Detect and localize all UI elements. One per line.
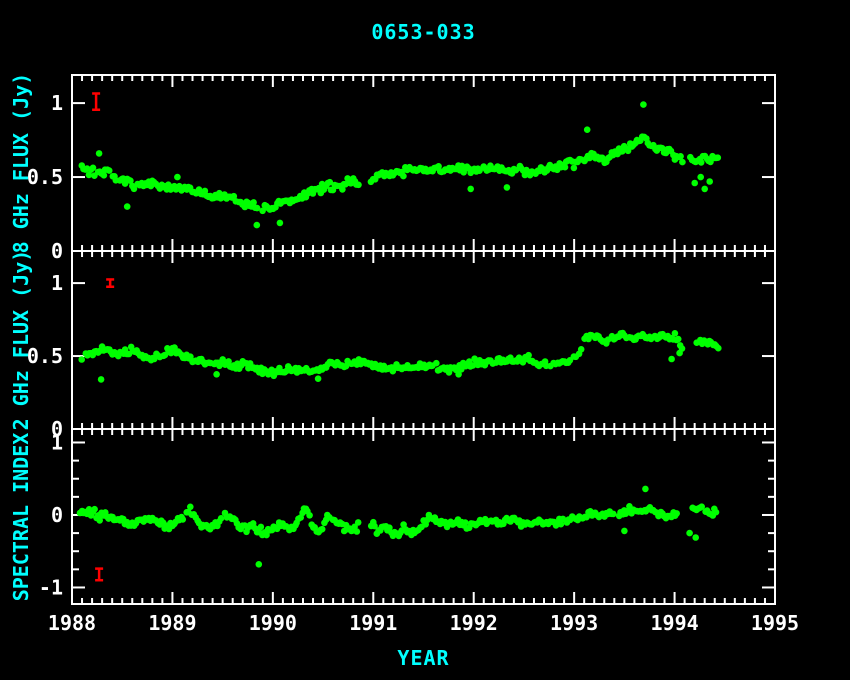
y-tick-label: 0.5 [27, 165, 63, 189]
error-bar-flux-8ghz [92, 93, 100, 109]
x-tick-label: 1990 [249, 611, 297, 635]
y-tick-label: 0.5 [27, 344, 63, 368]
error-bar-spectral-index [95, 569, 103, 581]
x-tick-label: 1992 [450, 611, 498, 635]
x-tick-label: 1988 [48, 611, 96, 635]
x-tick-label: 1995 [751, 611, 799, 635]
y-tick-label: 0 [51, 239, 63, 263]
y-tick-label: 0 [51, 503, 63, 527]
y-tick-label: 1 [51, 430, 63, 454]
figure: 0653-033 8 GHz FLUX (Jy) 2 GHz FLUX (Jy)… [0, 0, 850, 680]
y-tick-label: 1 [51, 271, 63, 295]
series-spectral-index [77, 486, 720, 568]
series-flux-8ghz [79, 101, 722, 228]
series-flux-2ghz [78, 330, 721, 383]
x-tick-label: 1989 [148, 611, 196, 635]
y-tick-label: -1 [39, 575, 63, 599]
error-bar-flux-2ghz [106, 279, 114, 286]
x-tick-label: 1994 [650, 611, 698, 635]
x-tick-label: 1993 [550, 611, 598, 635]
y-tick-label: 1 [51, 91, 63, 115]
plot-canvas: 1988 1989 1990 1991 1992 1993 1994 1995 0 0.5 1 0 0.… [0, 0, 850, 680]
x-tick-label: 1991 [349, 611, 397, 635]
